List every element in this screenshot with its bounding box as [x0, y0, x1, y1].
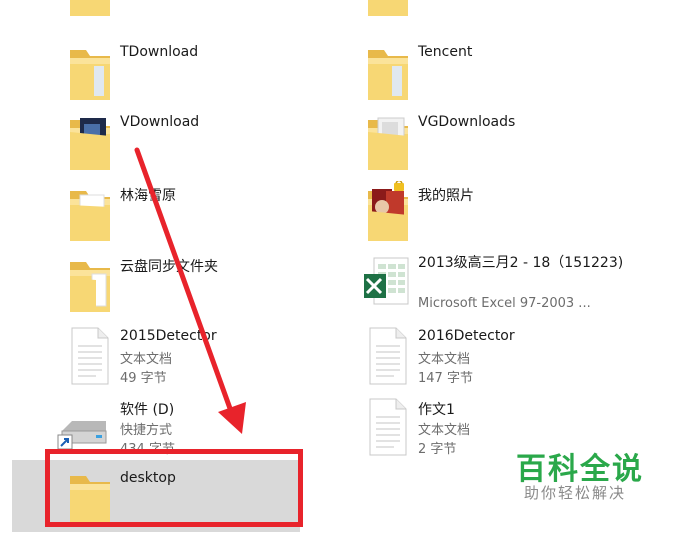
watermark-subtitle: 助你轻松解决 — [524, 484, 627, 502]
